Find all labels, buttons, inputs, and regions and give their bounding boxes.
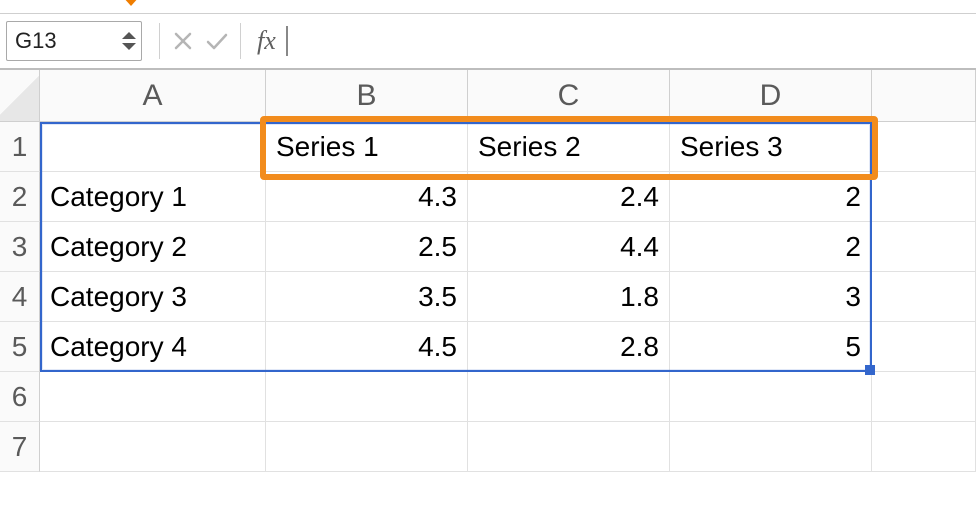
active-tab-indicator	[122, 0, 140, 6]
check-icon	[205, 31, 229, 51]
divider	[159, 23, 160, 59]
cell-C1[interactable]: Series 2	[468, 122, 670, 172]
cell-B1[interactable]: Series 1	[266, 122, 468, 172]
column-header-C[interactable]: C	[468, 70, 670, 122]
cell-E2[interactable]	[872, 172, 976, 222]
cell-B7[interactable]	[266, 422, 468, 472]
worksheet[interactable]: A B C D 1 Series 1 Series 2 Series 3 2 C…	[0, 70, 976, 472]
row-header-3[interactable]: 3	[0, 222, 40, 272]
formula-bar: fx	[0, 14, 976, 70]
cell-C3[interactable]: 4.4	[468, 222, 670, 272]
cell-A3[interactable]: Category 2	[40, 222, 266, 272]
name-box-container	[6, 21, 142, 61]
cell-E1[interactable]	[872, 122, 976, 172]
row-7: 7	[0, 422, 976, 472]
divider	[240, 23, 241, 59]
row-header-4[interactable]: 4	[0, 272, 40, 322]
cell-E5[interactable]	[872, 322, 976, 372]
cell-D1[interactable]: Series 3	[670, 122, 872, 172]
cell-grid: A B C D 1 Series 1 Series 2 Series 3 2 C…	[0, 70, 976, 472]
row-header-5[interactable]: 5	[0, 322, 40, 372]
cell-C5[interactable]: 2.8	[468, 322, 670, 372]
cell-B6[interactable]	[266, 372, 468, 422]
column-header-extra[interactable]	[872, 70, 976, 122]
column-header-B[interactable]: B	[266, 70, 468, 122]
column-header-D[interactable]: D	[670, 70, 872, 122]
row-5: 5 Category 4 4.5 2.8 5	[0, 322, 976, 372]
row-4: 4 Category 3 3.5 1.8 3	[0, 272, 976, 322]
cell-E4[interactable]	[872, 272, 976, 322]
confirm-button[interactable]	[200, 24, 234, 58]
cell-D3[interactable]: 2	[670, 222, 872, 272]
row-header-6[interactable]: 6	[0, 372, 40, 422]
cell-C6[interactable]	[468, 372, 670, 422]
name-box-stepper[interactable]	[122, 32, 136, 50]
cell-D7[interactable]	[670, 422, 872, 472]
cell-B3[interactable]: 2.5	[266, 222, 468, 272]
cell-B5[interactable]: 4.5	[266, 322, 468, 372]
cell-A5[interactable]: Category 4	[40, 322, 266, 372]
column-header-row: A B C D	[0, 70, 976, 122]
close-icon	[173, 31, 193, 51]
row-header-1[interactable]: 1	[0, 122, 40, 172]
cell-C4[interactable]: 1.8	[468, 272, 670, 322]
chevron-up-icon	[122, 32, 136, 39]
cell-D5[interactable]: 5	[670, 322, 872, 372]
row-1: 1 Series 1 Series 2 Series 3	[0, 122, 976, 172]
cell-E7[interactable]	[872, 422, 976, 472]
formula-input[interactable]	[288, 21, 976, 61]
cancel-button[interactable]	[166, 24, 200, 58]
cell-B2[interactable]: 4.3	[266, 172, 468, 222]
cell-E3[interactable]	[872, 222, 976, 272]
cell-A4[interactable]: Category 3	[40, 272, 266, 322]
cell-D4[interactable]: 3	[670, 272, 872, 322]
cell-E6[interactable]	[872, 372, 976, 422]
select-all-corner[interactable]	[0, 70, 40, 122]
cell-A7[interactable]	[40, 422, 266, 472]
cell-A6[interactable]	[40, 372, 266, 422]
cell-A2[interactable]: Category 1	[40, 172, 266, 222]
fx-label[interactable]: fx	[247, 26, 284, 56]
row-header-7[interactable]: 7	[0, 422, 40, 472]
row-3: 3 Category 2 2.5 4.4 2	[0, 222, 976, 272]
row-2: 2 Category 1 4.3 2.4 2	[0, 172, 976, 222]
cell-B4[interactable]: 3.5	[266, 272, 468, 322]
ribbon-edge	[0, 0, 976, 14]
column-header-A[interactable]: A	[40, 70, 266, 122]
chevron-down-icon	[122, 43, 136, 50]
cell-A1[interactable]	[40, 122, 266, 172]
cell-C2[interactable]: 2.4	[468, 172, 670, 222]
cell-D2[interactable]: 2	[670, 172, 872, 222]
row-6: 6	[0, 372, 976, 422]
row-header-2[interactable]: 2	[0, 172, 40, 222]
cell-C7[interactable]	[468, 422, 670, 472]
cell-D6[interactable]	[670, 372, 872, 422]
